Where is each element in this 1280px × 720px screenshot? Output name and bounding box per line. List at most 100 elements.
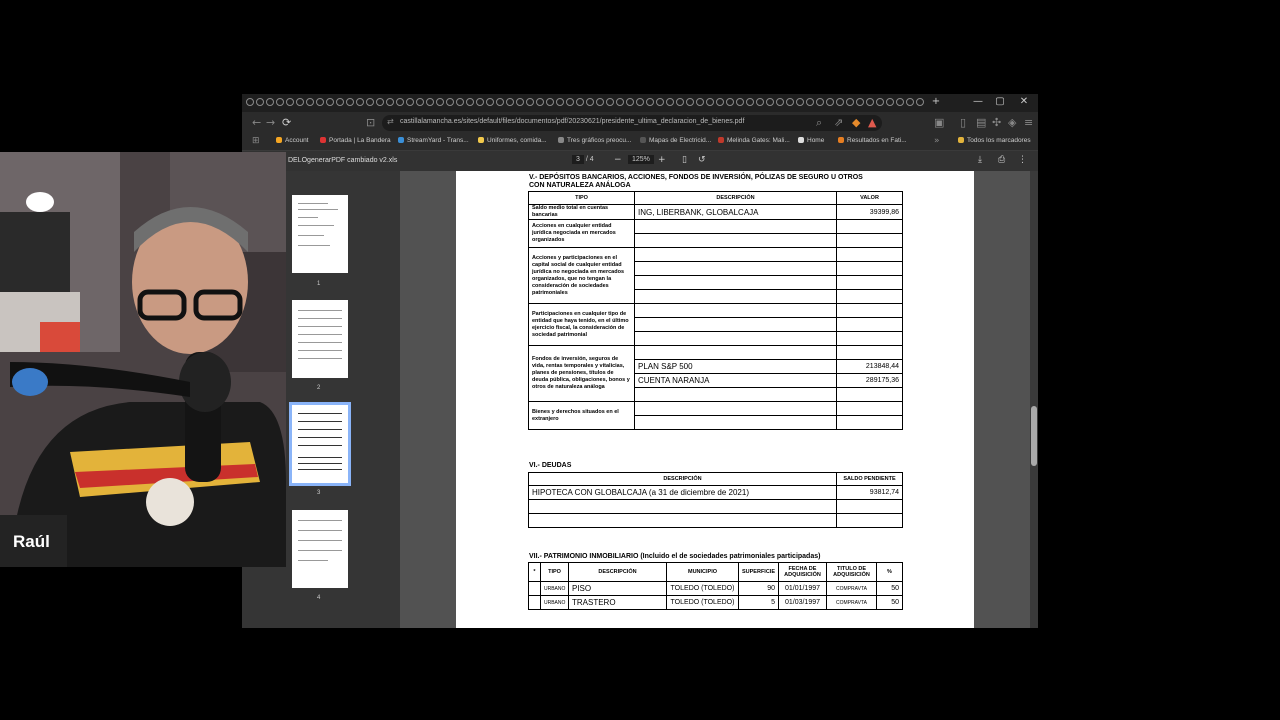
url-field[interactable]: ⇄ castillalamancha.es/sites/default/file… [382,115,882,131]
more-bookmarks-icon[interactable]: » [934,136,940,146]
more-options-icon[interactable]: ⋮ [1018,155,1027,165]
bookmark-item[interactable]: Account [276,137,309,144]
browser-tab[interactable] [866,98,874,106]
minimize-button[interactable]: — [968,96,988,107]
tabs-icon[interactable]: ▤ [976,116,986,129]
browser-tab[interactable] [536,98,544,106]
back-icon[interactable]: ← [252,116,261,129]
browser-tab[interactable] [376,98,384,106]
browser-tab[interactable] [826,98,834,106]
browser-tab[interactable] [496,98,504,106]
browser-tab[interactable] [446,98,454,106]
browser-tab[interactable] [246,98,254,106]
browser-tab[interactable] [566,98,574,106]
zoom-icon[interactable]: ⌕ [816,116,822,130]
browser-tab[interactable] [896,98,904,106]
browser-tab[interactable] [716,98,724,106]
browser-tab[interactable] [546,98,554,106]
browser-tab[interactable] [626,98,634,106]
browser-tab[interactable] [256,98,264,106]
browser-tab[interactable] [296,98,304,106]
browser-tab[interactable] [906,98,914,106]
new-tab-button[interactable]: + [926,96,946,107]
browser-tab[interactable] [636,98,644,106]
browser-tab[interactable] [816,98,824,106]
rotate-icon[interactable]: ↺ [698,155,706,165]
bookmark-item[interactable]: StreamYard - Trans... [398,137,469,144]
sidebar-toggle-icon[interactable]: ▣ [934,116,944,129]
pdf-scrollbar[interactable] [1030,171,1038,628]
browser-tab[interactable] [576,98,584,106]
browser-tab[interactable] [326,98,334,106]
thumbnail-page-4[interactable] [292,510,348,588]
page-current[interactable]: 3 [572,155,584,164]
browser-tab[interactable] [726,98,734,106]
pdf-viewer[interactable]: V.- DEPÓSITOS BANCARIOS, ACCIONES, FONDO… [400,171,1030,628]
vpn-icon[interactable]: ◈ [1008,116,1016,129]
browser-tab[interactable] [426,98,434,106]
browser-tab[interactable] [276,98,284,106]
browser-tab[interactable] [856,98,864,106]
bookmark-item[interactable]: Tres gráficos preocu... [558,137,631,144]
zoom-out-icon[interactable]: − [614,155,622,165]
bookmarks-folder[interactable]: Todos los marcadores [958,137,1031,144]
browser-tab[interactable] [796,98,804,106]
extensions-icon[interactable]: ✣ [992,116,1001,129]
print-icon[interactable]: ⎙ [998,155,1005,165]
browser-tab[interactable] [526,98,534,106]
menu-icon[interactable]: ≡ [1024,116,1033,129]
browser-tab[interactable] [746,98,754,106]
browser-tab[interactable] [476,98,484,106]
browser-tab[interactable] [356,98,364,106]
browser-tab[interactable] [556,98,564,106]
browser-tab[interactable] [486,98,494,106]
thumbnail-page-3[interactable] [289,402,351,486]
browser-tab[interactable] [516,98,524,106]
bookmark-item[interactable]: Melinda Gates: Mali... [718,137,790,144]
apps-icon[interactable]: ⊞ [252,136,260,146]
browser-tab[interactable] [366,98,374,106]
browser-tab[interactable] [336,98,344,106]
browser-tab[interactable] [916,98,924,106]
browser-tab[interactable] [756,98,764,106]
site-info-icon[interactable]: ⇄ [387,117,394,126]
share-icon[interactable]: ⇗ [834,116,843,129]
browser-tab[interactable] [406,98,414,106]
browser-tab[interactable] [736,98,744,106]
browser-tab[interactable] [306,98,314,106]
browser-tab[interactable] [456,98,464,106]
browser-tab[interactable] [886,98,894,106]
split-view-icon[interactable]: ▯ [960,116,966,129]
browser-tab[interactable] [616,98,624,106]
bookmark-item[interactable]: Home [798,137,824,144]
browser-tab[interactable] [846,98,854,106]
browser-tab[interactable] [586,98,594,106]
close-window-button[interactable]: ✕ [1014,96,1034,107]
bookmark-item[interactable]: Mapas de Electricid... [640,137,711,144]
browser-tab[interactable] [646,98,654,106]
browser-tab[interactable] [316,98,324,106]
browser-tab[interactable] [396,98,404,106]
browser-tab[interactable] [686,98,694,106]
browser-tab[interactable] [836,98,844,106]
rewards-icon[interactable]: ▲ [868,116,876,129]
browser-tab[interactable] [266,98,274,106]
browser-tab[interactable] [606,98,614,106]
browser-tab[interactable] [696,98,704,106]
bookmark-item[interactable]: Resultados en Fati... [838,137,907,144]
browser-tab[interactable] [466,98,474,106]
bookmark-item[interactable]: Uniformes, comida... [478,137,547,144]
browser-tab[interactable] [806,98,814,106]
browser-tab[interactable] [766,98,774,106]
browser-tab[interactable] [386,98,394,106]
maximize-button[interactable]: ▢ [990,96,1010,107]
page-selector[interactable]: 3 / 4 [572,155,594,164]
bookmark-icon[interactable]: ⊡ [366,116,375,129]
browser-tab[interactable] [656,98,664,106]
thumbnail-page-2[interactable] [292,300,348,378]
zoom-field[interactable]: 125% [628,155,654,164]
browser-tab[interactable] [416,98,424,106]
browser-tab[interactable] [436,98,444,106]
browser-tab[interactable] [286,98,294,106]
scrollbar-thumb[interactable] [1031,406,1037,466]
